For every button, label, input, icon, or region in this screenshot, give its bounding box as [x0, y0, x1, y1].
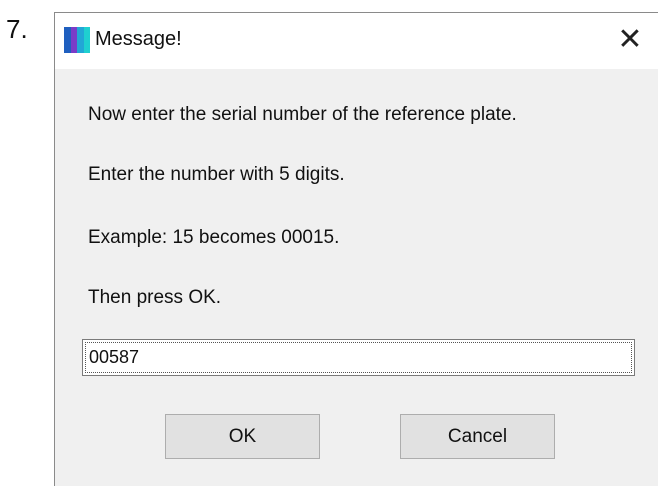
message-dialog: Message! ✕ Now enter the serial number o…: [54, 12, 658, 486]
step-number: 7.: [6, 14, 28, 44]
message-line-4: Then press OK.: [88, 287, 222, 308]
message-line-3: Example: 15 becomes 00015.: [88, 227, 340, 248]
ok-button[interactable]: OK: [165, 414, 320, 459]
close-icon: ✕: [617, 21, 643, 57]
message-line-1: Now enter the serial number of the refer…: [88, 104, 517, 125]
message-line-2: Enter the number with 5 digits.: [88, 164, 345, 185]
cancel-button[interactable]: Cancel: [400, 414, 555, 459]
close-button[interactable]: ✕: [608, 19, 652, 59]
app-icon: [64, 27, 90, 53]
title-bar[interactable]: Message! ✕: [55, 13, 658, 69]
serial-number-input[interactable]: [82, 339, 635, 376]
window-title: Message!: [95, 28, 182, 50]
screenshot-page: 7. Message! ✕ Now enter the serial numbe…: [0, 0, 658, 486]
